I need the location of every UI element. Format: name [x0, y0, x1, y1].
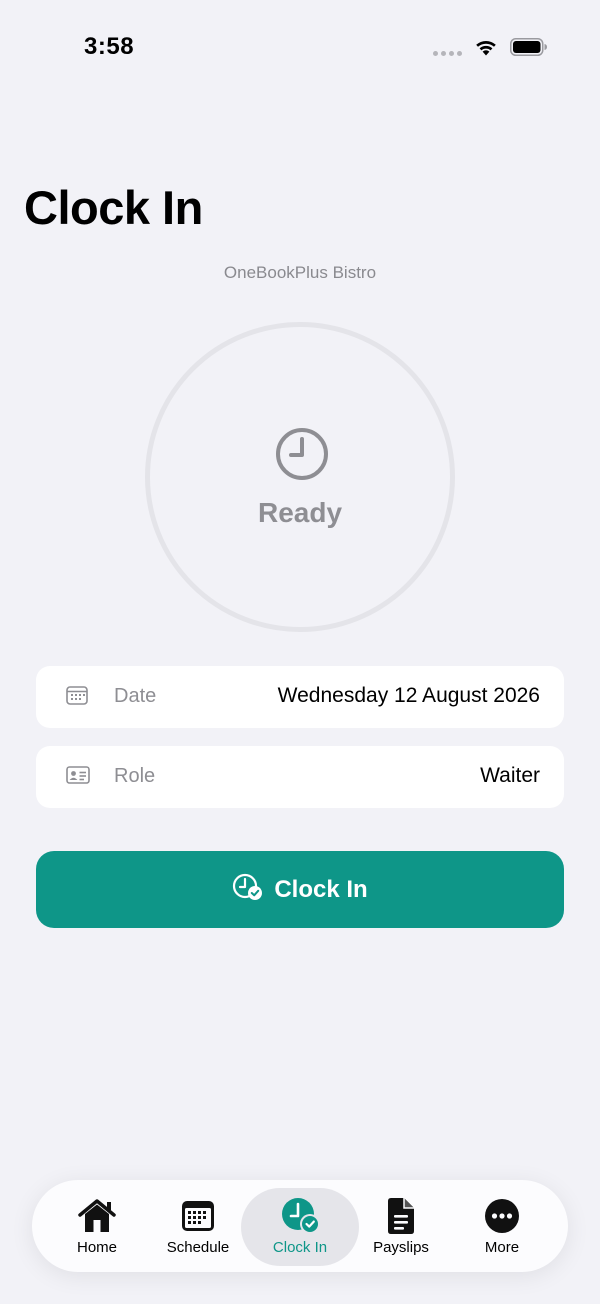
- ellipsis-circle-icon: [484, 1198, 520, 1234]
- id-card-icon: [66, 765, 90, 790]
- tab-schedule[interactable]: Schedule: [139, 1188, 257, 1266]
- tab-payslips-label: Payslips: [373, 1239, 429, 1256]
- role-value: Waiter: [480, 764, 540, 787]
- cellular-dots-icon: [433, 51, 462, 56]
- tab-more-label: More: [484, 1239, 520, 1256]
- document-icon: [385, 1198, 417, 1234]
- clock-check-icon: [232, 872, 264, 907]
- clock-icon: [275, 427, 329, 486]
- date-value: Wednesday 12 August 2026: [277, 684, 540, 707]
- battery-icon: [510, 38, 548, 61]
- status-bar: 3:58: [0, 0, 600, 96]
- status-ring: Ready: [145, 322, 455, 632]
- clock-check-icon: [278, 1198, 322, 1234]
- page-title: Clock In: [24, 181, 203, 234]
- status-time: 3:58: [84, 33, 135, 60]
- tab-more[interactable]: More: [443, 1188, 561, 1266]
- tab-schedule-label: Schedule: [166, 1239, 230, 1256]
- role-row: Role Waiter: [36, 746, 564, 808]
- role-label: Role: [114, 765, 156, 787]
- business-name: OneBookPlus Bistro: [223, 263, 377, 282]
- clock-status-label: Ready: [257, 497, 343, 528]
- wifi-icon: [474, 38, 498, 61]
- tab-home-label: Home: [76, 1239, 117, 1256]
- tab-clock-in-label: Clock In: [272, 1239, 328, 1256]
- clock-in-button[interactable]: Clock In: [36, 851, 564, 928]
- clock-in-button-label: Clock In: [274, 875, 368, 903]
- status-icons: [433, 38, 548, 61]
- calendar-icon: [66, 685, 88, 710]
- date-row: Date Wednesday 12 August 2026: [36, 666, 564, 728]
- house-icon: [77, 1198, 117, 1234]
- calendar-icon: [180, 1198, 216, 1234]
- tab-bar: Home Schedule Clock In Payslips More: [32, 1180, 568, 1272]
- date-label: Date: [114, 685, 157, 707]
